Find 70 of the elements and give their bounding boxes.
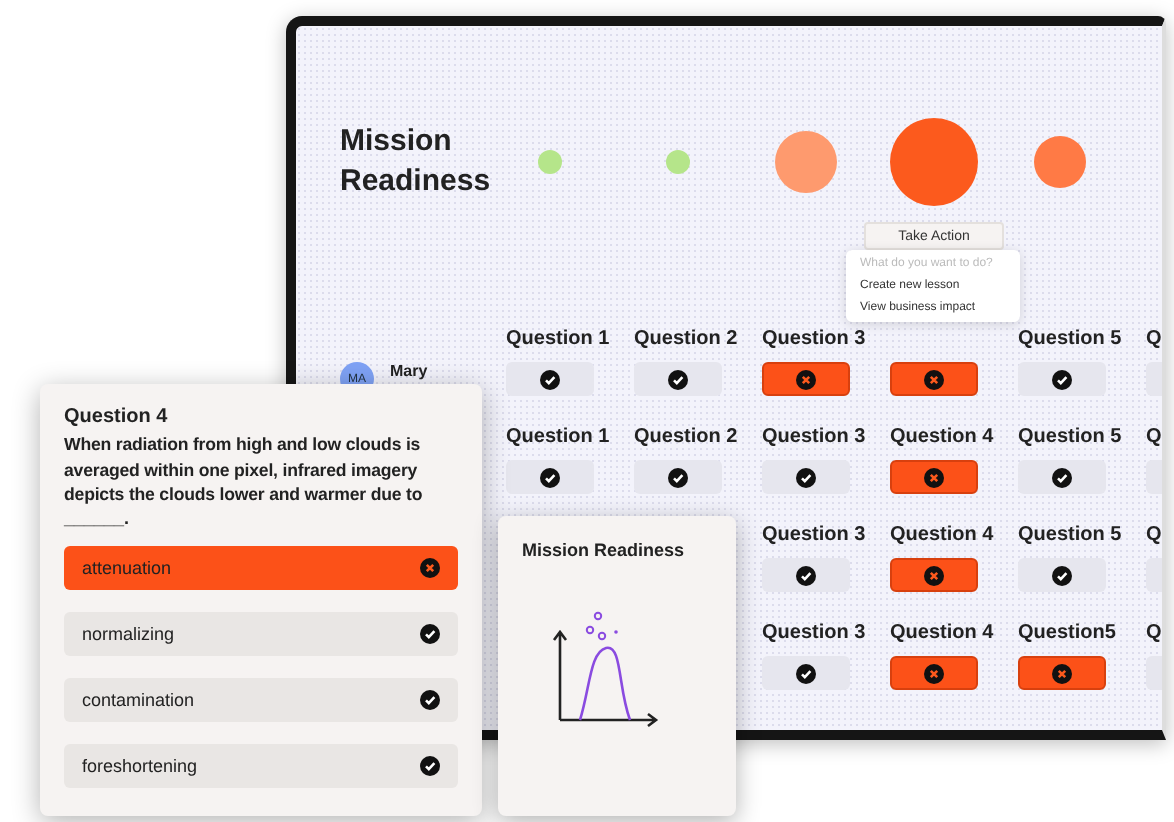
answer-result[interactable] — [1018, 656, 1106, 690]
dashboard-title: Mission Readiness — [338, 122, 486, 202]
question-header: Question 1 — [506, 424, 612, 450]
check-icon — [540, 467, 560, 487]
chart-card-title: Mission Readiness — [522, 540, 687, 560]
check-icon — [796, 663, 816, 683]
answer-result[interactable] — [890, 558, 978, 592]
answer-result[interactable] — [506, 362, 594, 396]
answer-option[interactable]: contamination — [64, 677, 458, 721]
answer-result[interactable] — [890, 460, 978, 494]
question-text: When radiation from high and low clouds is averaged within one pixel, infrared imagery depicts the clouds lower and warmer due to — [64, 432, 425, 507]
answer-result[interactable] — [890, 656, 978, 690]
readiness-bubble — [666, 150, 690, 174]
answer-result[interactable] — [890, 362, 978, 396]
cross-icon — [796, 369, 816, 389]
check-icon — [1052, 565, 1072, 585]
answer-result[interactable] — [1018, 460, 1106, 494]
answer-result[interactable] — [762, 558, 850, 592]
answer-result[interactable] — [762, 460, 850, 494]
question-header: Question 2 — [634, 424, 740, 450]
answer-result[interactable] — [762, 362, 850, 396]
answer-result[interactable] — [634, 362, 722, 396]
question-header: Question 3 — [762, 620, 868, 646]
question-header: Question 4 — [890, 620, 996, 646]
question-header: Question5 — [1018, 620, 1118, 646]
question-header: Question 2 — [634, 326, 740, 352]
cross-icon — [924, 663, 944, 683]
question-header: Question 5 — [1018, 424, 1124, 450]
question-header: Q — [1146, 326, 1162, 352]
question-header: Question 3 — [762, 424, 868, 450]
check-icon — [668, 467, 688, 487]
answer-result[interactable] — [1018, 362, 1106, 396]
question-label: Question 4 — [64, 406, 170, 428]
check-icon — [540, 369, 560, 389]
answer-result[interactable] — [762, 656, 850, 690]
answer-option[interactable]: attenuation — [64, 545, 458, 589]
check-icon — [1052, 369, 1072, 389]
check-icon — [420, 623, 440, 643]
question-header: Question 4 — [890, 522, 996, 548]
question-header: Question 3 — [762, 522, 868, 548]
check-icon — [420, 755, 440, 775]
cross-icon — [1052, 663, 1072, 683]
question-header: Q — [1146, 522, 1162, 548]
readiness-bubble — [890, 118, 978, 206]
cross-icon — [924, 467, 944, 487]
readiness-bubble — [1034, 136, 1086, 188]
learner-name: Mary — [390, 362, 428, 380]
check-icon — [1052, 467, 1072, 487]
answer-option[interactable]: foreshortening — [64, 743, 458, 787]
question-header: Question 5 — [1018, 326, 1124, 352]
readiness-bubble — [538, 150, 562, 174]
cross-icon — [420, 557, 440, 577]
question-header: Question 1 — [506, 326, 612, 352]
cross-icon — [924, 369, 944, 389]
answer-option[interactable]: normalizing — [64, 611, 458, 655]
check-icon — [420, 689, 440, 709]
cross-icon — [924, 565, 944, 585]
question-header: Question 5 — [1018, 522, 1124, 548]
question-header: Q — [1146, 620, 1162, 646]
answer-blank: ______. — [64, 507, 132, 527]
question-header: Q — [1146, 424, 1162, 450]
check-icon — [796, 467, 816, 487]
question-header: Question 3 — [762, 326, 868, 352]
check-icon — [796, 565, 816, 585]
answer-result[interactable] — [506, 460, 594, 494]
readiness-bubble — [775, 131, 837, 193]
check-icon — [668, 369, 688, 389]
question-header: Question 4 — [890, 424, 996, 450]
answer-result[interactable] — [1018, 558, 1106, 592]
answer-result[interactable] — [634, 460, 722, 494]
